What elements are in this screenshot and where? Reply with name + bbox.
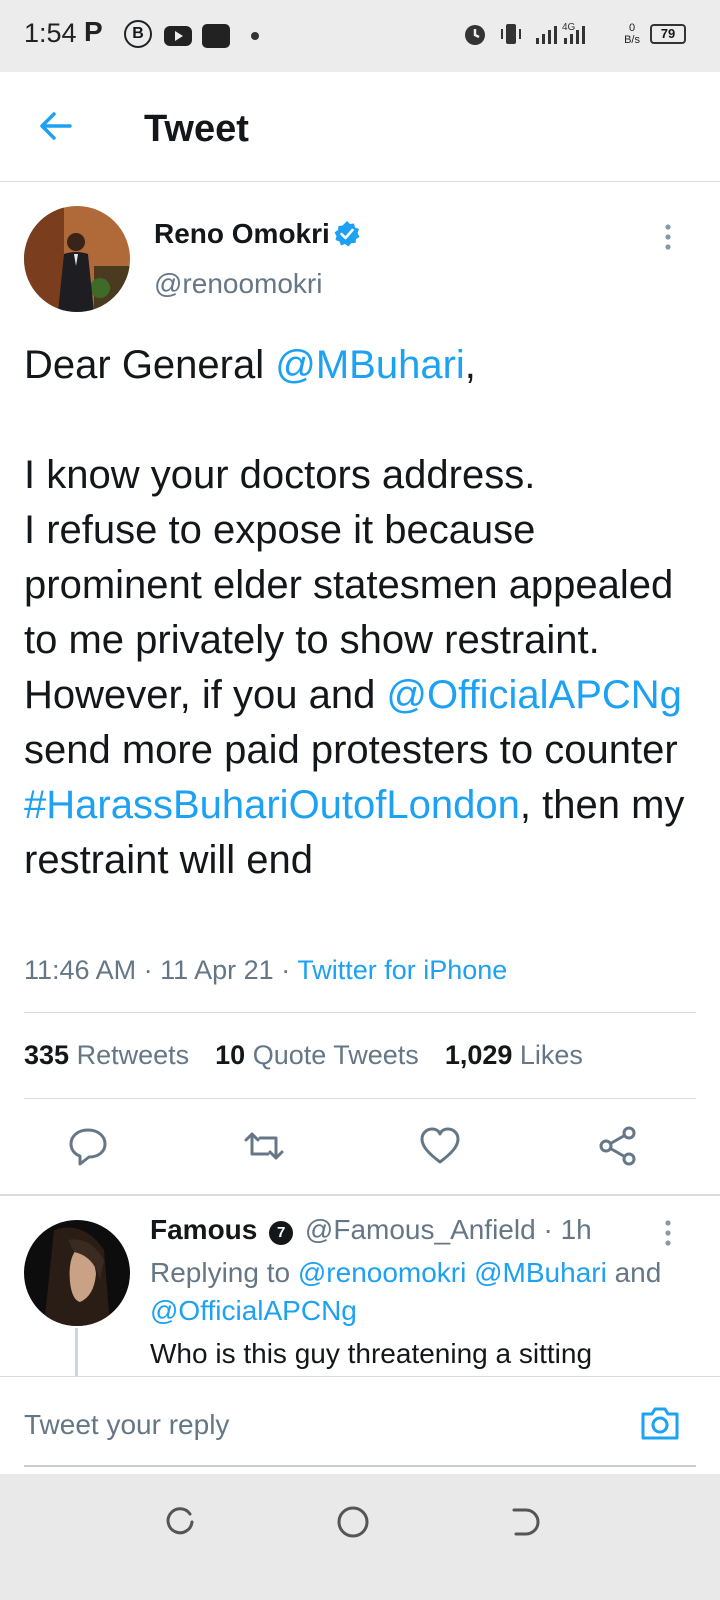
- author-name[interactable]: Reno Omokri: [154, 218, 330, 250]
- network-speed: 0 B/s: [624, 22, 640, 46]
- verified-badge-icon: [334, 221, 360, 247]
- reply-avatar[interactable]: [24, 1220, 130, 1326]
- retweets-label: Retweets: [76, 1040, 190, 1070]
- reply-text: Who is this guy threatening a sitting: [150, 1338, 593, 1369]
- battery-icon: 79: [650, 24, 686, 44]
- author-handle[interactable]: @renoomokri: [154, 268, 322, 300]
- divider: [24, 1098, 696, 1099]
- reply-age: 1h: [560, 1214, 592, 1245]
- mention-link[interactable]: @OfficialAPCNg: [386, 673, 682, 717]
- more-options-icon[interactable]: [656, 222, 680, 252]
- game-controller-icon: [202, 24, 230, 48]
- home-icon[interactable]: [335, 1504, 371, 1540]
- quotes-count: 10: [215, 1040, 246, 1070]
- page-title: Tweet: [144, 108, 249, 150]
- reply-header: Famous 7 @Famous_Anfield · 1h: [150, 1214, 592, 1246]
- signal-icon: 4G: [536, 22, 586, 44]
- camera-icon[interactable]: [638, 1401, 682, 1445]
- more-notifications-dot-icon: [251, 32, 259, 40]
- tweet-meta: 11:46 AM · 11 Apr 21 · Twitter for iPhon…: [24, 955, 507, 986]
- speed-value: 0: [628, 22, 636, 34]
- replying-to-mention-2[interactable]: @OfficialAPCNg: [150, 1295, 357, 1326]
- meta-separator: ·: [143, 955, 161, 985]
- meta-separator: ·: [543, 1214, 561, 1245]
- thread-line: [75, 1328, 78, 1378]
- reply-author-name[interactable]: Famous: [150, 1214, 257, 1245]
- divider: [24, 1012, 696, 1013]
- replying-to-mentions[interactable]: @renoomokri @MBuhari: [298, 1257, 607, 1288]
- b-app-icon: B: [124, 20, 152, 48]
- status-right: 4G 0 B/s 79: [462, 20, 686, 48]
- reply-input[interactable]: Tweet your reply: [24, 1409, 229, 1441]
- youtube-icon: [164, 26, 192, 46]
- speed-unit: B/s: [624, 34, 640, 46]
- parking-app-icon: P: [84, 16, 103, 47]
- alarm-icon: [465, 25, 486, 45]
- tweet-text-part: Dear General: [24, 343, 276, 387]
- likes-count: 1,029: [444, 1040, 513, 1070]
- replying-to: Replying to @renoomokri @MBuhari and @Of…: [150, 1254, 690, 1330]
- vibrate-icon: [501, 24, 522, 44]
- status-bar: 1:54 P B 4G 0 B/s 79: [0, 0, 720, 72]
- like-heart-icon[interactable]: [418, 1124, 462, 1168]
- author-avatar[interactable]: [24, 206, 130, 312]
- network-type-label: 4G: [562, 22, 576, 33]
- share-icon[interactable]: [596, 1124, 640, 1168]
- replying-to-and: and: [614, 1257, 662, 1288]
- reply-icon[interactable]: [66, 1124, 110, 1168]
- likes-label: Likes: [519, 1040, 583, 1070]
- recent-apps-icon[interactable]: [162, 1504, 198, 1540]
- tweet-actions: [0, 1120, 720, 1180]
- tweet-time: 11:46 AM: [24, 955, 137, 985]
- retweets-stat[interactable]: 335 Retweets: [24, 1040, 189, 1071]
- tweet-text: Dear General @MBuhari, I know your docto…: [24, 338, 704, 888]
- retweets-count: 335: [24, 1040, 70, 1070]
- tweet-text-part: , I know your doctors address. I refuse …: [24, 343, 674, 717]
- reply-author-handle[interactable]: @Famous_Anfield: [305, 1214, 536, 1245]
- hashtag-link[interactable]: #HarassBuhariOutofLondon: [24, 783, 520, 827]
- section-divider: [0, 1194, 720, 1196]
- replying-to-label: Replying to: [150, 1257, 291, 1288]
- reply-composer: Tweet your reply: [0, 1376, 720, 1474]
- status-time: 1:54: [24, 18, 77, 48]
- app-header: Tweet: [0, 72, 720, 182]
- back-nav-icon[interactable]: [506, 1504, 542, 1540]
- tweet-stats: 335 Retweets 10 Quote Tweets 1,029 Likes: [24, 1040, 583, 1071]
- meta-separator: ·: [281, 955, 298, 985]
- likes-stat[interactable]: 1,029 Likes: [445, 1040, 583, 1071]
- quotes-label: Quote Tweets: [252, 1040, 419, 1070]
- composer-underline: [24, 1465, 696, 1467]
- tweet-date: 11 Apr 21: [160, 955, 274, 985]
- reply-badge-icon: 7: [269, 1221, 294, 1245]
- system-nav-bar: [0, 1474, 720, 1600]
- tweet-source-link[interactable]: Twitter for iPhone: [297, 955, 507, 985]
- retweet-icon[interactable]: [242, 1124, 286, 1168]
- mention-link[interactable]: @MBuhari: [275, 343, 465, 387]
- back-arrow-icon[interactable]: [32, 104, 80, 152]
- quotes-stat[interactable]: 10 Quote Tweets: [215, 1040, 419, 1071]
- reply-more-options-icon[interactable]: [656, 1218, 680, 1248]
